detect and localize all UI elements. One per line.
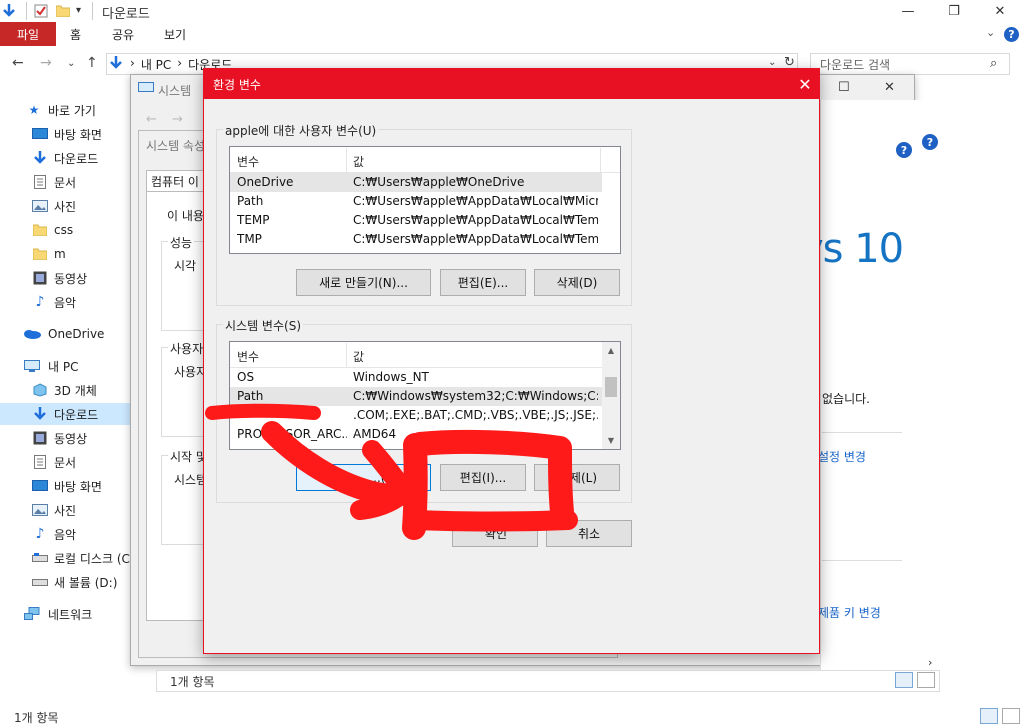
red-annotation-arrow — [205, 403, 578, 540]
